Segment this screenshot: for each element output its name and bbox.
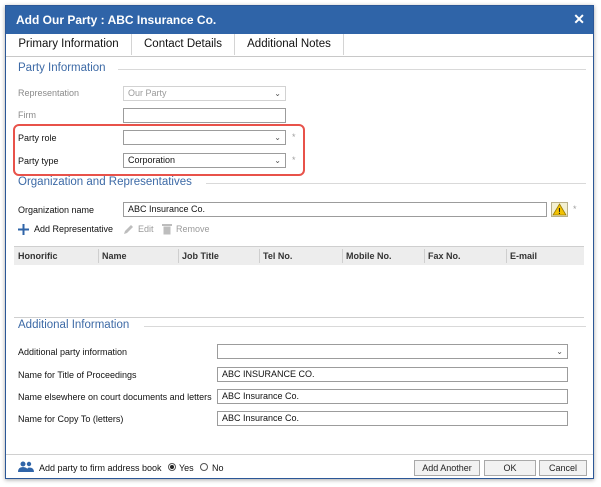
column-name[interactable]: Name xyxy=(102,251,127,261)
firm-input[interactable] xyxy=(123,108,286,123)
cancel-button[interactable]: Cancel xyxy=(539,460,587,476)
close-icon[interactable]: ✕ xyxy=(573,11,585,28)
tab-additional-notes[interactable]: Additional Notes xyxy=(235,34,344,55)
no-label: No xyxy=(212,463,224,473)
edit-label: Edit xyxy=(138,224,154,234)
representation-value: Our Party xyxy=(128,88,167,98)
yes-radio[interactable] xyxy=(168,463,176,471)
chevron-down-icon: ⌄ xyxy=(274,89,281,98)
no-radio[interactable] xyxy=(200,463,208,471)
additional-information-heading: Additional Information xyxy=(18,319,130,331)
court-documents-label: Name elsewhere on court documents and le… xyxy=(18,392,212,402)
organization-name-label: Organization name xyxy=(18,205,95,215)
warning-glyph: ! xyxy=(558,207,561,216)
column-mobile-no[interactable]: Mobile No. xyxy=(346,251,392,261)
highlight-box xyxy=(13,124,305,176)
representatives-table-body[interactable] xyxy=(14,265,584,318)
tab-bar: Primary Information Contact Details Addi… xyxy=(6,34,593,57)
title-bar: Add Our Party : ABC Insurance Co. ✕ xyxy=(6,6,593,34)
organization-name-input[interactable]: ABC Insurance Co. xyxy=(123,202,547,217)
plus-icon xyxy=(18,224,29,235)
dialog-title: Add Our Party : ABC Insurance Co. xyxy=(16,13,217,27)
people-icon xyxy=(18,461,34,472)
trash-icon xyxy=(162,224,172,235)
add-representative-label: Add Representative xyxy=(34,224,114,234)
divider xyxy=(144,326,586,327)
copy-to-input[interactable]: ABC Insurance Co. xyxy=(217,411,568,426)
title-of-proceedings-label: Name for Title of Proceedings xyxy=(18,370,137,380)
tab-contact-details[interactable]: Contact Details xyxy=(132,34,235,55)
edit-button[interactable]: Edit xyxy=(123,223,163,237)
representation-label: Representation xyxy=(18,88,80,98)
warning-icon[interactable]: ! xyxy=(551,202,568,217)
column-separator xyxy=(506,249,507,263)
column-separator xyxy=(259,249,260,263)
firm-label: Firm xyxy=(18,110,36,120)
additional-party-info-select[interactable]: ⌄ xyxy=(217,344,568,359)
add-party-dialog: Add Our Party : ABC Insurance Co. ✕ Prim… xyxy=(5,5,594,479)
divider xyxy=(118,69,586,70)
footer-divider xyxy=(6,454,593,455)
add-representative-button[interactable]: Add Representative xyxy=(18,223,118,237)
additional-party-info-label: Additional party information xyxy=(18,347,128,357)
address-book-label: Add party to firm address book xyxy=(39,463,162,473)
yes-label: Yes xyxy=(179,463,194,473)
column-separator xyxy=(178,249,179,263)
column-separator xyxy=(98,249,99,263)
add-another-button[interactable]: Add Another xyxy=(414,460,480,476)
title-of-proceedings-input[interactable]: ABC INSURANCE CO. xyxy=(217,367,568,382)
column-job-title[interactable]: Job Title xyxy=(182,251,219,261)
chevron-down-icon: ⌄ xyxy=(556,347,563,356)
remove-label: Remove xyxy=(176,224,210,234)
column-separator xyxy=(424,249,425,263)
tab-primary-information[interactable]: Primary Information xyxy=(6,34,132,55)
court-documents-input[interactable]: ABC Insurance Co. xyxy=(217,389,568,404)
copy-to-label: Name for Copy To (letters) xyxy=(18,414,124,424)
divider xyxy=(206,183,586,184)
party-information-heading: Party Information xyxy=(18,62,106,74)
column-fax-no[interactable]: Fax No. xyxy=(428,251,461,261)
column-separator xyxy=(342,249,343,263)
pencil-icon xyxy=(124,225,133,234)
representation-select: Our Party ⌄ xyxy=(123,86,286,101)
column-honorific[interactable]: Honorific xyxy=(18,251,58,261)
representatives-table-header: Honorific Name Job Title Tel No. Mobile … xyxy=(14,246,584,266)
ok-button[interactable]: OK xyxy=(484,460,536,476)
column-email[interactable]: E-mail xyxy=(510,251,537,261)
organization-heading: Organization and Representatives xyxy=(18,176,192,188)
column-tel-no[interactable]: Tel No. xyxy=(263,251,292,261)
remove-button[interactable]: Remove xyxy=(162,223,212,237)
warning-triangle-icon: ! xyxy=(552,203,567,216)
required-marker: * xyxy=(573,204,577,214)
